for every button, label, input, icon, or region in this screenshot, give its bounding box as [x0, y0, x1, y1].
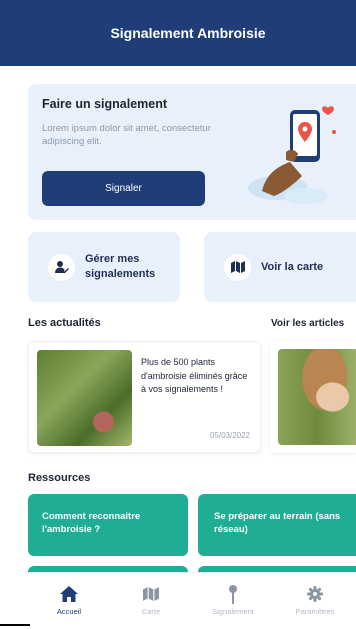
view-map-button[interactable]: Voir la carte: [204, 232, 356, 302]
view-map-label: Voir la carte: [261, 260, 324, 273]
report-card-title: Faire un signalement: [42, 97, 168, 111]
manage-reports-label: Gérer mes signalements: [85, 253, 156, 280]
news-card[interactable]: Plus de 500 plants d'ambroisie éliminés …: [28, 341, 261, 453]
map-icon: [224, 253, 251, 281]
news-card[interactable]: [270, 341, 356, 453]
tab-label: Accueil: [56, 607, 82, 616]
tab-report[interactable]: Signalement: [192, 573, 274, 629]
bottom-tab-bar: Accueil Carte Signalement Paramètres: [28, 572, 356, 629]
tab-label: Paramètres: [295, 607, 335, 616]
report-card-text: Lorem ipsum dolor sit amet, consectetur …: [42, 123, 211, 147]
news-image: [37, 350, 132, 446]
resources-section-title: Ressources: [28, 472, 91, 484]
phone-illustration-icon: [248, 106, 336, 204]
user-edit-icon: [48, 253, 75, 281]
tab-home[interactable]: Accueil: [28, 573, 110, 629]
pin-icon: [228, 583, 238, 605]
tab-map[interactable]: Carte: [110, 573, 192, 629]
news-section-title: Les actualités: [28, 317, 101, 329]
news-image: [278, 349, 356, 445]
manage-reports-button[interactable]: Gérer mes signalements: [28, 232, 180, 302]
tab-settings[interactable]: Paramètres: [274, 573, 356, 629]
home-icon: [60, 583, 78, 605]
page-title: Signalement Ambroisie: [110, 25, 266, 41]
gear-icon: [307, 583, 323, 605]
resource-card-prepare[interactable]: Se préparer au terrain (sans réseau): [198, 494, 356, 556]
report-button[interactable]: Signaler: [42, 171, 205, 206]
see-articles-link[interactable]: Voir les articles: [271, 318, 344, 329]
divider: [0, 624, 30, 626]
tab-label: Signalement: [212, 607, 254, 616]
news-text: Plus de 500 plants d'ambroisie éliminés …: [141, 357, 248, 394]
news-date: 05/03/2022: [209, 431, 250, 440]
tab-label: Carte: [141, 607, 161, 616]
app-header: Signalement Ambroisie: [0, 0, 356, 66]
map-icon: [143, 583, 159, 605]
report-card: Faire un signalement Lorem ipsum dolor s…: [28, 84, 356, 220]
resource-card-recognize[interactable]: Comment reconnaitre l'ambroisie ?: [28, 494, 188, 556]
